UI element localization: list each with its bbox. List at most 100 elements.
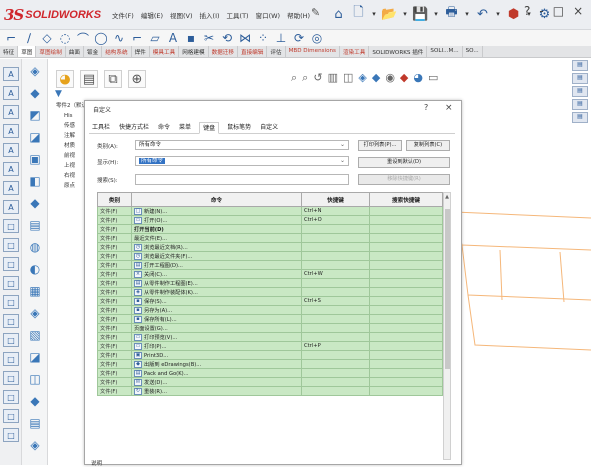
fillet-icon[interactable]: ⌐ <box>130 31 144 45</box>
task-pane-tab[interactable]: ▤ <box>572 73 588 84</box>
tab-mouse-gestures[interactable]: 鼠标笔势 <box>226 122 252 133</box>
tab-weldments[interactable]: 焊件 <box>132 46 150 57</box>
row-shortcut[interactable] <box>301 332 370 342</box>
menu-help[interactable]: 帮助(H) <box>287 10 310 20</box>
table-row[interactable]: 文件(F) ◷ 浏览最近文件夹(F)... <box>97 251 443 261</box>
tab-shortcut-bars[interactable]: 快捷方式栏 <box>118 122 150 133</box>
feature-tree-icon[interactable]: ◕ <box>56 70 74 88</box>
table-row[interactable]: 文件(F) □ 新建(N)... Ctrl+N <box>97 206 443 216</box>
shape-icon[interactable]: ◪ <box>26 349 44 365</box>
tab-render-tools[interactable]: 渲染工具 <box>340 46 370 57</box>
text-tool-icon[interactable]: A <box>3 67 19 81</box>
shape-icon[interactable]: ◆ <box>26 393 44 409</box>
shape-icon[interactable]: ◫ <box>26 371 44 387</box>
tab-direct-editing[interactable]: 直接编辑 <box>238 46 268 57</box>
edit-appearance-icon[interactable]: ◆ <box>400 71 408 85</box>
menu-tools[interactable]: 工具(T) <box>227 10 249 20</box>
row-search-shortcut[interactable] <box>369 278 443 288</box>
task-pane-tab[interactable]: ▤ <box>572 86 588 97</box>
table-row[interactable]: 文件(F) ◷ 浏览最近文档(R)... <box>97 242 443 252</box>
row-search-shortcut[interactable] <box>369 359 443 369</box>
menu-file[interactable]: 文件(F) <box>112 10 134 20</box>
row-shortcut[interactable]: Ctrl+S <box>301 296 370 306</box>
table-row[interactable]: 文件(F) × 关闭(C)... Ctrl+W <box>97 269 443 279</box>
dropdown-icon[interactable]: ▾ <box>401 3 409 25</box>
text-tool-icon[interactable]: A <box>3 200 19 214</box>
text-tool-icon[interactable]: A <box>3 124 19 138</box>
dropdown-icon[interactable]: ▾ <box>432 3 440 25</box>
box-icon[interactable]: □ <box>3 238 19 252</box>
shape-icon[interactable]: ▤ <box>26 415 44 431</box>
line-icon[interactable]: ⌐ <box>4 31 18 45</box>
tab-features[interactable]: 特征 <box>0 46 19 57</box>
repair-icon[interactable]: ⟳ <box>292 31 306 45</box>
show-dropdown[interactable]: 所有命令 ⌄ <box>135 156 349 166</box>
row-search-shortcut[interactable] <box>369 377 443 387</box>
column-header-category[interactable]: 类别 <box>97 192 132 207</box>
task-pane-tab[interactable]: ▤ <box>572 99 588 110</box>
search-input[interactable] <box>135 174 349 185</box>
row-shortcut[interactable] <box>301 251 370 261</box>
box-icon[interactable]: □ <box>3 276 19 290</box>
box-icon[interactable]: □ <box>3 295 19 309</box>
row-search-shortcut[interactable] <box>369 287 443 297</box>
tab-surfaces[interactable]: 曲面 <box>66 46 84 57</box>
display-style-icon[interactable]: ◆ <box>372 71 380 85</box>
table-row[interactable]: 文件(F) 最近文件(E)... <box>97 233 443 243</box>
spline-icon[interactable]: ∿ <box>112 31 126 45</box>
row-search-shortcut[interactable] <box>369 341 443 351</box>
box-icon[interactable]: □ <box>3 352 19 366</box>
undo-icon[interactable]: ↶ <box>474 3 491 25</box>
save-icon[interactable]: 💾 <box>412 3 429 25</box>
tab-mesh-modeling[interactable]: 网格建模 <box>179 46 209 57</box>
tab-data-migration[interactable]: 数据迁移 <box>209 46 238 57</box>
table-row[interactable]: 文件(F) 页面设置(G)... <box>97 323 443 333</box>
row-shortcut[interactable] <box>301 260 370 270</box>
table-row[interactable]: 文件(F) ▤ 打开工程图(D)... <box>97 260 443 270</box>
dialog-close-button[interactable]: × <box>445 103 453 113</box>
rebuild-icon[interactable]: ⬢ <box>505 3 522 25</box>
polyline-icon[interactable]: ∕ <box>22 31 36 45</box>
pattern-icon[interactable]: ⁘ <box>256 31 270 45</box>
shape-icon[interactable]: ▦ <box>26 283 44 299</box>
close-button[interactable]: × <box>573 4 583 18</box>
hide-show-icon[interactable]: ◉ <box>385 71 395 85</box>
minimize-button[interactable]: - <box>539 4 543 18</box>
text-tool-icon[interactable]: A <box>3 162 19 176</box>
new-icon[interactable]: 🗋 <box>350 3 367 25</box>
table-row[interactable]: 文件(F) ▤ 从零件制作工程图(E)... <box>97 278 443 288</box>
dynamic-annotation-icon[interactable]: ◫ <box>343 71 353 85</box>
row-shortcut[interactable] <box>301 287 370 297</box>
tab-mbd-dimensions[interactable]: MBD Dimensions <box>286 46 340 57</box>
text-icon[interactable]: A <box>166 31 180 45</box>
view-orientation-icon[interactable]: ◈ <box>358 71 366 85</box>
row-search-shortcut[interactable] <box>369 224 443 234</box>
row-shortcut[interactable] <box>301 305 370 315</box>
column-header-shortcut[interactable]: 快捷键 <box>301 192 370 207</box>
plane-icon[interactable]: ▱ <box>148 31 162 45</box>
print-list-button[interactable]: 打印列表(P)... <box>358 140 402 151</box>
shape-icon[interactable]: ◍ <box>26 239 44 255</box>
trim-icon[interactable]: ✂ <box>202 31 216 45</box>
text-tool-icon[interactable]: A <box>3 143 19 157</box>
previous-view-icon[interactable]: ↺ <box>313 71 322 85</box>
row-search-shortcut[interactable] <box>369 296 443 306</box>
row-shortcut[interactable] <box>301 359 370 369</box>
tab-structure-system[interactable]: 结构系统 <box>102 46 132 57</box>
tab-toolbars[interactable]: 工具栏 <box>91 122 111 133</box>
copy-list-button[interactable]: 复制列表(C) <box>406 140 450 151</box>
table-row[interactable]: 文件(F) ◆ 出版到 eDrawings(B)... <box>97 359 443 369</box>
row-search-shortcut[interactable] <box>369 251 443 261</box>
apply-scene-icon[interactable]: ◕ <box>413 71 423 85</box>
shape-icon[interactable]: ▧ <box>26 327 44 343</box>
quick-snaps-icon[interactable]: ◎ <box>310 31 324 45</box>
help-icon[interactable]: ? <box>524 4 530 18</box>
row-shortcut[interactable]: Ctrl+N <box>301 206 370 216</box>
table-row[interactable]: 文件(F) ▣ Print3D... <box>97 350 443 360</box>
shape-icon[interactable]: ◈ <box>26 305 44 321</box>
tab-menus[interactable]: 菜单 <box>178 122 192 133</box>
shape-icon[interactable]: ◪ <box>26 129 44 145</box>
menu-window[interactable]: 窗口(W) <box>256 10 281 20</box>
row-search-shortcut[interactable] <box>369 305 443 315</box>
row-search-shortcut[interactable] <box>369 242 443 252</box>
